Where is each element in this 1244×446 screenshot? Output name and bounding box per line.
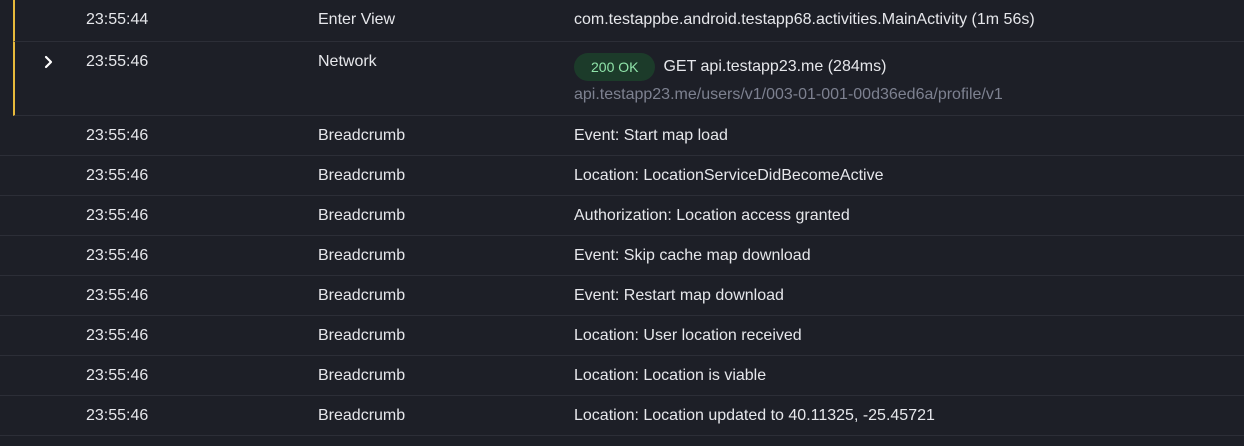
event-time: 23:55:46 — [86, 207, 149, 224]
event-time: 23:55:46 — [86, 407, 149, 424]
event-message: Event: Restart map download — [574, 287, 784, 304]
event-time: 23:55:46 — [86, 327, 149, 344]
event-time: 23:55:44 — [86, 11, 149, 28]
timeline-row-breadcrumb[interactable]: 23:55:46 Breadcrumb Location: Location i… — [0, 356, 1244, 396]
event-type: Network — [318, 53, 377, 70]
event-time: 23:55:46 — [86, 167, 149, 184]
event-type: Breadcrumb — [318, 247, 406, 264]
timeline-row-breadcrumb[interactable]: 23:55:46 Breadcrumb Location: User locat… — [0, 316, 1244, 356]
timeline-row-breadcrumb[interactable]: 23:55:46 Breadcrumb Location: Location u… — [0, 396, 1244, 436]
event-message: Location: Location updated to 40.11325, … — [574, 407, 935, 424]
event-message: Event: Skip cache map download — [574, 247, 811, 264]
event-type: Breadcrumb — [318, 127, 406, 144]
chevron-right-icon[interactable] — [41, 54, 57, 70]
event-message: com.testappbe.android.testapp68.activiti… — [574, 11, 1035, 28]
event-type: Breadcrumb — [318, 207, 406, 224]
event-time: 23:55:46 — [86, 127, 149, 144]
timeline-row-enter-view[interactable]: 23:55:44 Enter View com.testappbe.androi… — [13, 0, 1244, 42]
event-time: 23:55:46 — [86, 287, 149, 304]
network-url: api.testapp23.me/users/v1/003-01-001-00d… — [574, 86, 1003, 103]
status-badge: 200 OK — [574, 53, 656, 81]
event-time: 23:55:46 — [86, 247, 149, 264]
event-type: Breadcrumb — [318, 167, 406, 184]
event-time: 23:55:46 — [86, 367, 149, 384]
event-message: Location: Location is viable — [574, 367, 767, 384]
network-summary: 200 OK GET api.testapp23.me (284ms) — [574, 53, 886, 81]
event-type: Breadcrumb — [318, 287, 406, 304]
timeline-row-network[interactable]: 23:55:46 Network 200 OK GET api.testapp2… — [13, 42, 1244, 116]
event-type: Breadcrumb — [318, 367, 406, 384]
event-timeline: 23:55:44 Enter View com.testappbe.androi… — [0, 0, 1244, 436]
network-request: GET api.testapp23.me (284ms) — [663, 58, 887, 75]
event-type: Breadcrumb — [318, 327, 406, 344]
timeline-row-breadcrumb[interactable]: 23:55:46 Breadcrumb Location: LocationSe… — [0, 156, 1244, 196]
event-message: Location: User location received — [574, 327, 802, 344]
event-type: Breadcrumb — [318, 407, 406, 424]
event-type: Enter View — [318, 11, 396, 28]
timeline-row-breadcrumb[interactable]: 23:55:46 Breadcrumb Event: Start map loa… — [0, 116, 1244, 156]
event-time: 23:55:46 — [86, 53, 149, 70]
event-message: Authorization: Location access granted — [574, 207, 850, 224]
timeline-row-breadcrumb[interactable]: 23:55:46 Breadcrumb Event: Skip cache ma… — [0, 236, 1244, 276]
timeline-row-breadcrumb[interactable]: 23:55:46 Breadcrumb Event: Restart map d… — [0, 276, 1244, 316]
event-message: Event: Start map load — [574, 127, 728, 144]
timeline-row-breadcrumb[interactable]: 23:55:46 Breadcrumb Authorization: Locat… — [0, 196, 1244, 236]
event-message: Location: LocationServiceDidBecomeActive — [574, 167, 884, 184]
